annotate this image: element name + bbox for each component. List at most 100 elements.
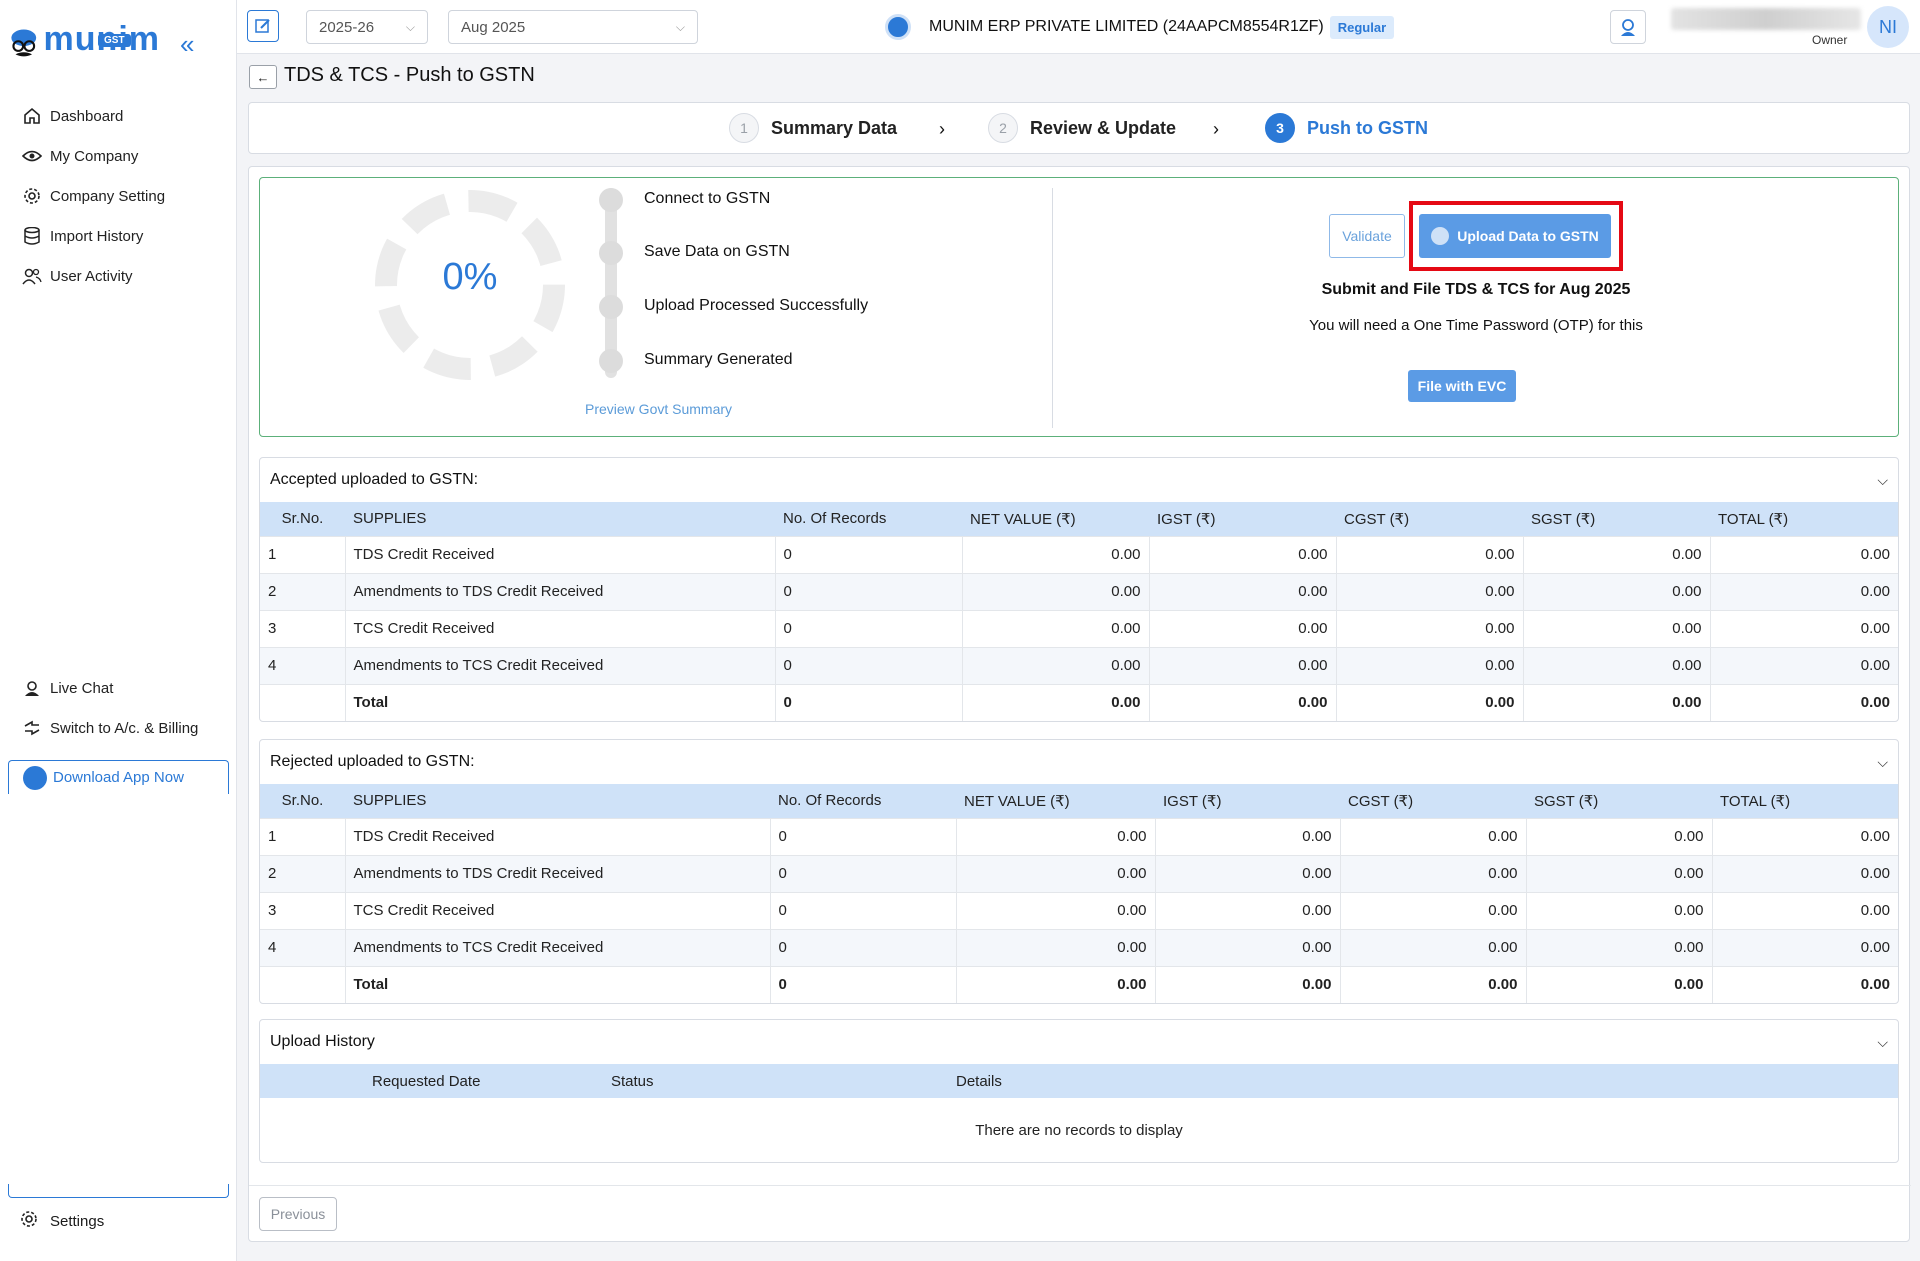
table-cell: 0.00: [1336, 572, 1524, 610]
accepted-section-header[interactable]: Accepted uploaded to GSTN: ⌵: [260, 458, 1898, 502]
settings-link[interactable]: Settings: [20, 1210, 104, 1232]
timeline-dot: [599, 241, 623, 265]
collapse-sidebar-icon[interactable]: «: [180, 31, 194, 57]
table-cell: 0.00: [1155, 928, 1341, 966]
table-cell: 1: [260, 817, 346, 855]
column-header[interactable]: Requested Date: [260, 1064, 603, 1098]
timeline-dot: [599, 295, 623, 319]
munim-logo[interactable]: munim: [10, 16, 160, 72]
edit-button[interactable]: [247, 10, 279, 42]
live-chat-link[interactable]: Live Chat: [20, 668, 230, 708]
step-summary-data[interactable]: 1 Summary Data: [729, 113, 897, 143]
validate-button[interactable]: Validate: [1329, 214, 1405, 258]
support-agent-icon: [1621, 19, 1635, 36]
table-cell: 0.00: [1523, 535, 1711, 573]
period-value: Aug 2025: [461, 18, 526, 36]
step-label: Review & Update: [1030, 117, 1177, 138]
stepper: 1 Summary Data › 2 Review & Update › 3 P…: [248, 102, 1910, 154]
footer-divider: [249, 1185, 1911, 1186]
headset-icon: [20, 677, 44, 699]
table-cell: 0.00: [956, 928, 1156, 966]
table-cell: 0.00: [1523, 609, 1711, 647]
company-type-badge: Regular: [1329, 15, 1395, 39]
column-header[interactable]: No. Of Records: [770, 784, 956, 818]
table-cell: 4: [260, 928, 346, 966]
table-cell: 0.00: [1155, 817, 1341, 855]
period-select[interactable]: Aug 2025 ⌵: [448, 10, 698, 44]
download-app-button[interactable]: Download App Now: [8, 760, 229, 794]
column-header[interactable]: TOTAL (₹): [1712, 784, 1898, 818]
back-button[interactable]: ←: [249, 65, 277, 89]
financial-year-select[interactable]: 2025-26 ⌵: [306, 10, 428, 44]
upload-history-header[interactable]: Upload History ⌵: [260, 1020, 1898, 1064]
logo-badge: GST: [98, 34, 131, 47]
table-row: 1 TDS Credit Received 0 0.00 0.00 0.00 0.00 0.0…: [260, 535, 1898, 573]
table-cell: 0.00: [1526, 817, 1713, 855]
preview-govt-summary-link[interactable]: Preview Govt Summary: [585, 401, 732, 417]
column-header[interactable]: IGST (₹): [1155, 784, 1340, 818]
column-header[interactable]: SGST (₹): [1523, 502, 1710, 536]
step-label: Summary Data: [771, 117, 898, 138]
table-cell: 0.00: [1336, 609, 1524, 647]
timeline-dot: [599, 349, 623, 373]
upload-status-panel: 0% Connect to GSTN Save Data on GSTN Upl…: [259, 177, 1899, 437]
section-title: Upload History: [270, 1033, 375, 1050]
sidebar-item-user-activity[interactable]: User Activity: [20, 256, 230, 296]
table-cell: 0.00: [1526, 891, 1713, 929]
table-cell: Amendments to TCS Credit Received: [345, 646, 776, 684]
settings-label: Settings: [50, 1212, 105, 1230]
otp-note: You will need a One Time Password (OTP) …: [1309, 317, 1643, 334]
support-button[interactable]: [1610, 10, 1646, 44]
column-header[interactable]: Details: [948, 1064, 1898, 1098]
file-with-evc-button[interactable]: File with EVC: [1408, 370, 1516, 402]
sidebar-item-company-setting[interactable]: Company Setting: [20, 176, 230, 216]
table-cell: 0.00: [956, 965, 1156, 1003]
gst-icon: [1431, 227, 1450, 245]
database-icon: [20, 225, 44, 247]
column-header[interactable]: CGST (₹): [1340, 784, 1526, 818]
sidebar-item-import-history[interactable]: Import History: [20, 216, 230, 256]
step-review-update[interactable]: 2 Review & Update: [988, 113, 1176, 143]
previous-button[interactable]: Previous: [259, 1197, 337, 1231]
table-cell: [260, 683, 346, 721]
avatar[interactable]: NI: [1867, 6, 1909, 48]
column-header[interactable]: SUPPLIES: [345, 502, 775, 536]
table-cell: 0.00: [1523, 683, 1711, 721]
table-header-row: Sr.No. SUPPLIES No. Of Records NET VALUE (₹…: [260, 502, 1898, 536]
table-cell: 0.00: [1710, 683, 1898, 721]
column-header[interactable]: NET VALUE (₹): [962, 502, 1149, 536]
sidebar-item-my-company[interactable]: My Company: [20, 136, 230, 176]
rejected-section-header[interactable]: Rejected uploaded to GSTN: ⌵: [260, 740, 1898, 784]
table-cell: TDS Credit Received: [345, 817, 771, 855]
upload-history-table: Requested Date Status Details: [260, 1064, 1898, 1098]
app-icon: [23, 765, 47, 790]
table-cell: Total: [345, 965, 771, 1003]
column-header[interactable]: SGST (₹): [1526, 784, 1712, 818]
column-header[interactable]: NET VALUE (₹): [956, 784, 1155, 818]
column-header[interactable]: SUPPLIES: [345, 784, 770, 818]
table-cell: 0.00: [1712, 817, 1898, 855]
column-header[interactable]: IGST (₹): [1149, 502, 1336, 536]
column-header[interactable]: No. Of Records: [775, 502, 962, 536]
table-cell: 0.00: [1340, 965, 1527, 1003]
table-cell: 0.00: [956, 817, 1156, 855]
sidebar-item-label: Import History: [50, 227, 144, 245]
table-cell: 0.00: [1149, 609, 1337, 647]
mascot-icon: [11, 29, 37, 57]
table-cell: 0.00: [1523, 572, 1711, 610]
column-header[interactable]: Status: [603, 1064, 948, 1098]
column-header[interactable]: TOTAL (₹): [1710, 502, 1898, 536]
switch-billing-link[interactable]: Switch to A/c. & Billing: [20, 708, 230, 748]
column-header[interactable]: Sr.No.: [260, 502, 345, 536]
table-row: 1 TDS Credit Received 0 0.00 0.00 0.00 0.00 0.0…: [260, 817, 1898, 855]
upload-data-to-gstn-button[interactable]: Upload Data to GSTN: [1419, 214, 1611, 258]
table-cell: 0.00: [1710, 609, 1898, 647]
table-cell: 0.00: [1149, 535, 1337, 573]
table-cell: TDS Credit Received: [345, 535, 776, 573]
column-header[interactable]: CGST (₹): [1336, 502, 1523, 536]
step-push-to-gstn[interactable]: 3 Push to GSTN: [1265, 113, 1428, 143]
column-header[interactable]: Sr.No.: [260, 784, 345, 818]
sidebar-item-dashboard[interactable]: Dashboard: [20, 96, 230, 136]
table-row: 4 Amendments to TCS Credit Received 0 0.00 0…: [260, 646, 1898, 684]
eye-icon: [20, 145, 44, 167]
